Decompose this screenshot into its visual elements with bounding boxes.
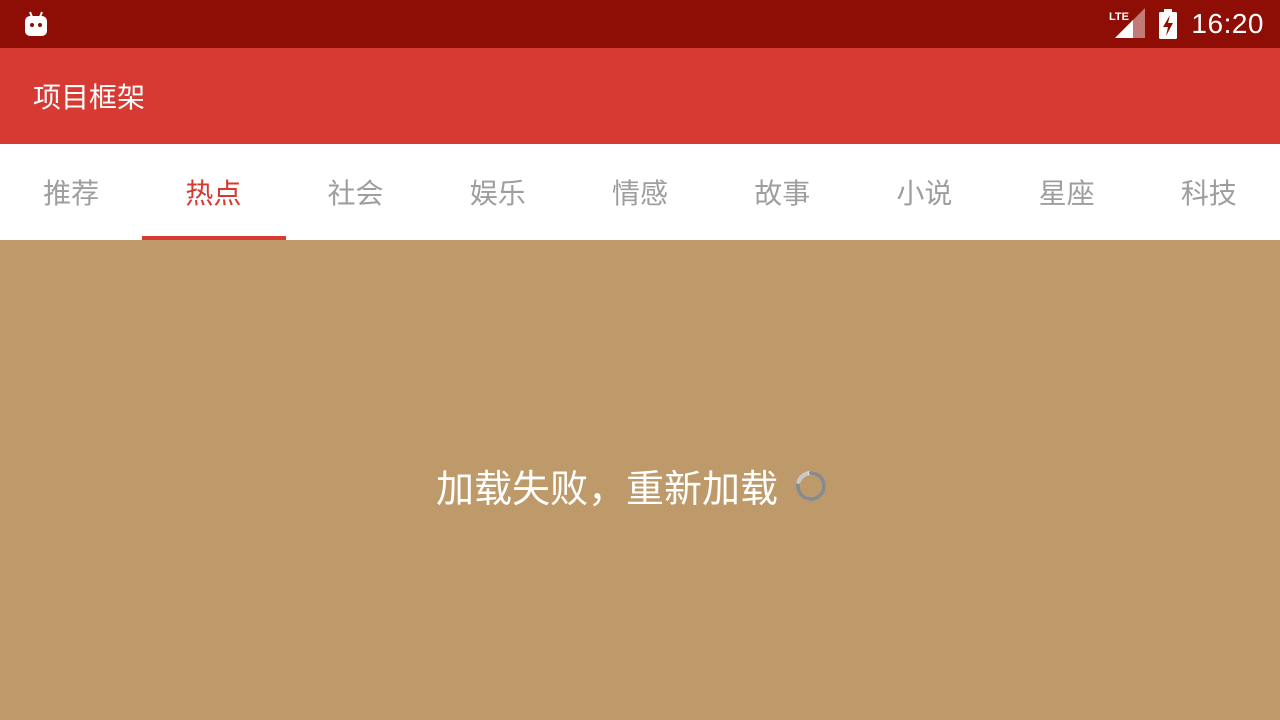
status-left <box>22 10 50 38</box>
tab-label: 小说 <box>896 177 953 210</box>
tab-label: 娱乐 <box>469 177 526 210</box>
app-bar: 项目框架 <box>0 48 1280 144</box>
tab-label: 推荐 <box>43 177 100 210</box>
tab-emotion[interactable]: 情感 <box>569 144 711 240</box>
tab-label: 情感 <box>611 177 668 210</box>
tab-horoscope[interactable]: 星座 <box>996 144 1138 240</box>
tab-label: 热点 <box>185 177 242 210</box>
tab-label: 星座 <box>1038 177 1095 210</box>
battery-charging-icon <box>1157 8 1179 40</box>
tab-entertainment[interactable]: 娱乐 <box>427 144 569 240</box>
network-label: LTE <box>1109 11 1129 23</box>
tab-novel[interactable]: 小说 <box>853 144 995 240</box>
reload-row: 加载失败，重新加载 <box>436 458 828 513</box>
status-right: LTE 16:20 <box>1109 8 1264 40</box>
status-bar: LTE 16:20 <box>0 0 1280 48</box>
reload-message[interactable]: 加载失败，重新加载 <box>436 458 778 513</box>
tab-tech[interactable]: 科技 <box>1138 144 1280 240</box>
loading-spinner-icon <box>794 469 828 503</box>
tab-bar: 推荐 热点 社会 娱乐 情感 故事 小说 星座 科技 <box>0 144 1280 240</box>
app-title: 项目框架 <box>33 81 146 114</box>
tab-label: 故事 <box>754 177 811 210</box>
tab-hot[interactable]: 热点 <box>142 144 287 240</box>
tab-society[interactable]: 社会 <box>284 144 426 240</box>
signal-icon: LTE <box>1109 8 1146 40</box>
tab-story[interactable]: 故事 <box>711 144 853 240</box>
android-icon <box>22 10 50 38</box>
tab-label: 社会 <box>327 177 384 210</box>
tab-label: 科技 <box>1180 177 1237 210</box>
tab-recommend[interactable]: 推荐 <box>0 144 142 240</box>
content-area: 加载失败，重新加载 <box>0 240 1280 720</box>
status-clock: 16:20 <box>1191 8 1264 39</box>
